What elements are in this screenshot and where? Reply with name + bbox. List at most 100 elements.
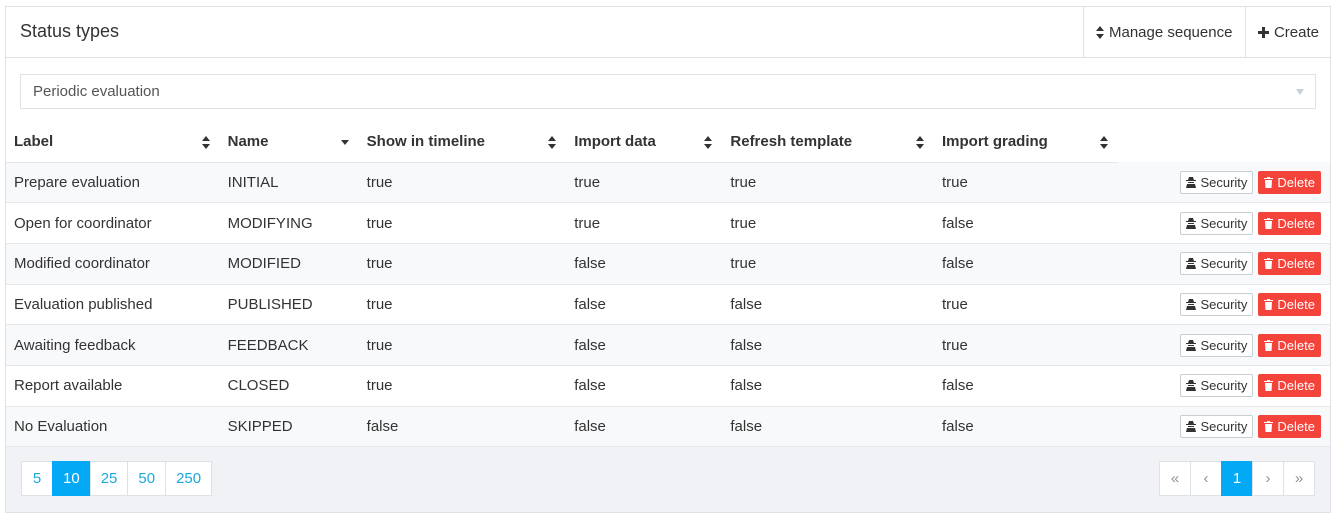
cell-import-data: false (566, 365, 723, 407)
cell-import-data: true (566, 202, 723, 244)
cell-name: MODIFIED (219, 243, 359, 285)
page-size-25[interactable]: 25 (89, 461, 129, 496)
sort-desc-icon (340, 140, 349, 145)
delete-button[interactable]: Delete (1258, 292, 1321, 316)
security-button[interactable]: Security (1180, 211, 1254, 235)
cell-actions: Security Delete (1118, 324, 1330, 366)
page-size-selector: 5 10 25 50 250 (21, 461, 213, 496)
security-button[interactable]: Security (1180, 170, 1254, 194)
user-secret-icon (1186, 217, 1197, 229)
page-size-5[interactable]: 5 (21, 461, 53, 496)
cell-name: FEEDBACK (219, 324, 359, 366)
cell-show-in-timeline: true (358, 202, 567, 244)
trash-icon (1264, 217, 1274, 229)
first-page-button[interactable]: « (1159, 461, 1191, 496)
cell-refresh-template: false (722, 365, 934, 407)
column-header-show-in-timeline[interactable]: Show in timeline (358, 122, 567, 163)
cell-name: PUBLISHED (219, 284, 359, 326)
delete-button[interactable]: Delete (1258, 333, 1321, 357)
manage-sequence-button[interactable]: Manage sequence (1083, 7, 1245, 58)
table-footer: 5 10 25 50 250 « ‹ 1 › » (6, 447, 1330, 512)
type-select-value: Periodic evaluation (33, 83, 160, 100)
trash-icon (1264, 258, 1274, 270)
cell-show-in-timeline: true (358, 284, 567, 326)
next-page-button[interactable]: › (1252, 461, 1284, 496)
cell-import-grading: true (933, 324, 1119, 366)
cell-import-grading: false (933, 406, 1119, 448)
delete-button[interactable]: Delete (1258, 374, 1321, 398)
table-row: No Evaluation SKIPPED false false false … (6, 406, 1330, 448)
cell-refresh-template: false (722, 284, 934, 326)
table-row: Modified coordinator MODIFIED true false… (6, 243, 1330, 285)
security-button[interactable]: Security (1180, 252, 1254, 276)
table-row: Prepare evaluation INITIAL true true tru… (6, 162, 1330, 204)
user-secret-icon (1186, 339, 1197, 351)
cell-name: MODIFYING (219, 202, 359, 244)
current-page-button[interactable]: 1 (1221, 461, 1253, 496)
cell-label: Report available (6, 365, 220, 407)
table-row: Awaiting feedback FEEDBACK true false fa… (6, 324, 1330, 366)
sort-icon (1100, 136, 1109, 149)
column-header-refresh-template[interactable]: Refresh template (722, 122, 934, 163)
prev-page-button[interactable]: ‹ (1190, 461, 1222, 496)
cell-import-data: false (566, 284, 723, 326)
status-types-table: Label Name Show in timeline Import data … (6, 122, 1330, 448)
user-secret-icon (1186, 258, 1197, 270)
user-secret-icon (1186, 420, 1197, 432)
cell-show-in-timeline: true (358, 243, 567, 285)
cell-actions: Security Delete (1118, 365, 1330, 407)
cell-label: No Evaluation (6, 406, 220, 448)
cell-refresh-template: false (722, 406, 934, 448)
last-page-button[interactable]: » (1283, 461, 1315, 496)
column-header-import-grading[interactable]: Import grading (933, 122, 1119, 163)
create-button[interactable]: Create (1245, 7, 1331, 58)
column-header-actions (1118, 122, 1330, 162)
status-types-panel: Status types Manage sequence Create Peri… (5, 6, 1331, 513)
cell-actions: Security Delete (1118, 243, 1330, 285)
page-size-10[interactable]: 10 (52, 461, 91, 496)
cell-label: Awaiting feedback (6, 324, 220, 366)
sort-icon (915, 136, 924, 149)
cell-actions: Security Delete (1118, 202, 1330, 244)
delete-button[interactable]: Delete (1258, 170, 1321, 194)
type-select[interactable]: Periodic evaluation (20, 74, 1316, 109)
cell-import-grading: false (933, 243, 1119, 285)
page-size-50[interactable]: 50 (127, 461, 167, 496)
manage-sequence-label: Manage sequence (1109, 24, 1233, 41)
cell-name: SKIPPED (219, 406, 359, 448)
cell-label: Modified coordinator (6, 243, 220, 285)
create-label: Create (1273, 24, 1319, 41)
column-header-label[interactable]: Label (6, 122, 220, 163)
cell-refresh-template: true (722, 162, 934, 204)
column-header-import-data[interactable]: Import data (566, 122, 723, 163)
security-button[interactable]: Security (1180, 374, 1254, 398)
delete-button[interactable]: Delete (1258, 414, 1321, 438)
page-title: Status types (20, 21, 120, 41)
trash-icon (1264, 420, 1274, 432)
delete-button[interactable]: Delete (1258, 211, 1321, 235)
cell-label: Evaluation published (6, 284, 220, 326)
cell-actions: Security Delete (1118, 162, 1330, 204)
user-secret-icon (1186, 298, 1197, 310)
trash-icon (1264, 339, 1274, 351)
security-button[interactable]: Security (1180, 292, 1254, 316)
security-button[interactable]: Security (1180, 414, 1254, 438)
panel-header: Status types Manage sequence Create (6, 7, 1330, 58)
column-header-name[interactable]: Name (219, 122, 359, 163)
cell-name: INITIAL (219, 162, 359, 204)
cell-actions: Security Delete (1118, 406, 1330, 448)
cell-refresh-template: true (722, 243, 934, 285)
plus-icon (1258, 27, 1269, 38)
cell-show-in-timeline: true (358, 162, 567, 204)
page-size-250[interactable]: 250 (165, 461, 213, 496)
cell-label: Open for coordinator (6, 202, 220, 244)
sort-icon (704, 136, 713, 149)
cell-import-data: false (566, 324, 723, 366)
cell-refresh-template: true (722, 202, 934, 244)
sort-icon (201, 136, 210, 149)
table-row: Evaluation published PUBLISHED true fals… (6, 284, 1330, 326)
security-button[interactable]: Security (1180, 333, 1254, 357)
cell-show-in-timeline: false (358, 406, 567, 448)
delete-button[interactable]: Delete (1258, 252, 1321, 276)
pagination: « ‹ 1 › » (1159, 461, 1315, 496)
